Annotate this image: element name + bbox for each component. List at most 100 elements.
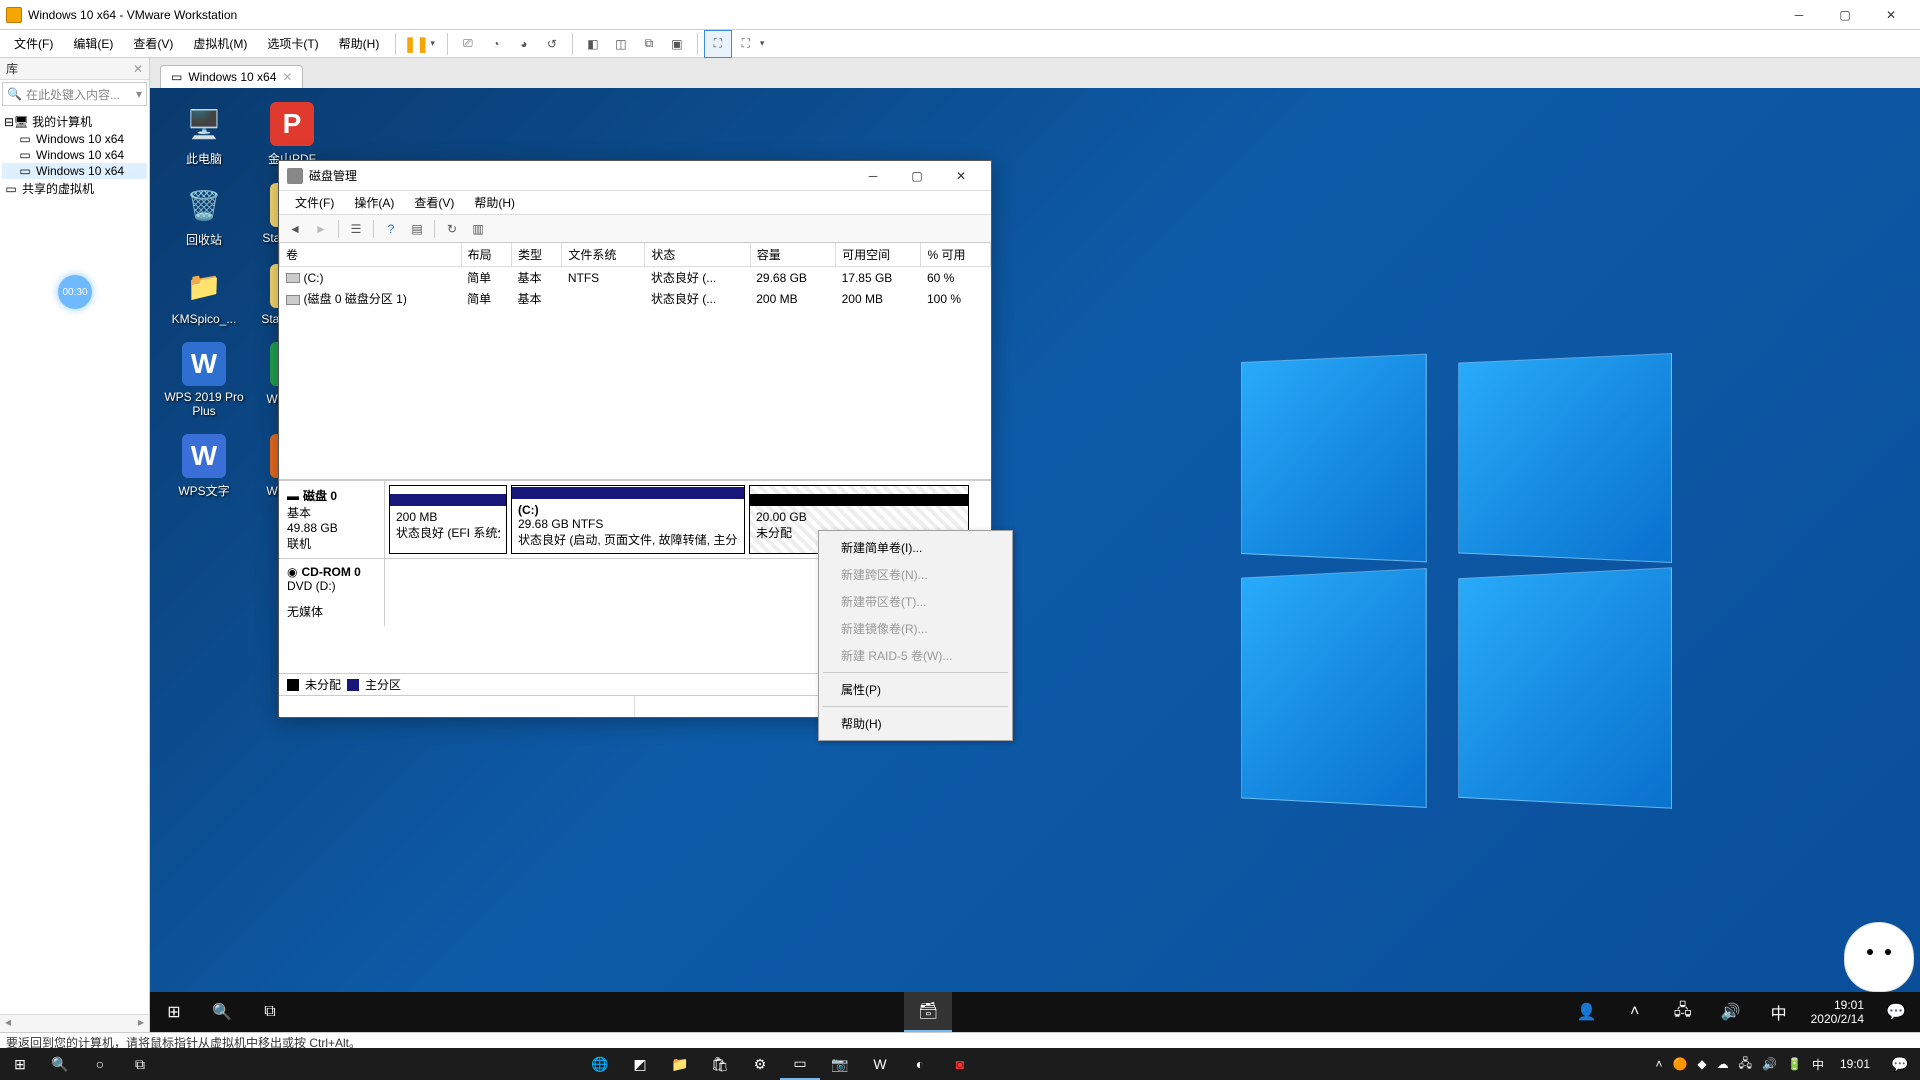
ctx-item[interactable]: 新建简单卷(I)... bbox=[821, 534, 1010, 561]
host-app-store[interactable]: 🛍 bbox=[700, 1048, 740, 1080]
host-app-vmware[interactable]: ▭ bbox=[780, 1048, 820, 1080]
host-app-generic[interactable]: ◩ bbox=[620, 1048, 660, 1080]
more-icon[interactable]: ▥ bbox=[466, 218, 490, 240]
dm-cdrom-info[interactable]: ◉CD-ROM 0 DVD (D:) 无媒体 bbox=[279, 559, 385, 626]
dm-column-header[interactable]: 类型 bbox=[511, 243, 561, 267]
dm-menu-action[interactable]: 操作(A) bbox=[344, 192, 404, 213]
tree-vm[interactable]: ▭Windows 10 x64 bbox=[2, 147, 147, 163]
dm-column-header[interactable]: % 可用 bbox=[921, 243, 991, 267]
vm-screen[interactable]: 🖥️此电脑P金山PDF🗑️回收站📄StartIsBa...📁KMSpico_..… bbox=[150, 88, 1920, 1032]
send-ctrlaltdel-icon[interactable]: ⎚ bbox=[454, 30, 482, 58]
close-button[interactable]: ✕ bbox=[1868, 0, 1914, 30]
snapshot-manager-icon[interactable]: ◕ bbox=[510, 30, 538, 58]
menu-view[interactable]: 查看(V) bbox=[123, 31, 183, 56]
tray-network-icon[interactable]: 🖧 bbox=[1659, 992, 1707, 1032]
help-icon[interactable]: ? bbox=[379, 218, 403, 240]
scroll-left-icon[interactable]: ◂ bbox=[0, 1015, 16, 1032]
mascot-overlay[interactable] bbox=[1844, 922, 1914, 992]
host-cortana-icon[interactable]: ○ bbox=[80, 1048, 120, 1080]
dm-close-button[interactable]: ✕ bbox=[939, 162, 983, 190]
menu-file[interactable]: 文件(F) bbox=[4, 31, 63, 56]
layout1-icon[interactable]: ◧ bbox=[579, 30, 607, 58]
tray-volume-icon[interactable]: 🔊 bbox=[1707, 992, 1755, 1032]
dm-minimize-button[interactable]: ─ bbox=[851, 162, 895, 190]
layout2-icon[interactable]: ◫ bbox=[607, 30, 635, 58]
library-close-icon[interactable]: ✕ bbox=[133, 62, 143, 76]
view-list-icon[interactable]: ☰ bbox=[344, 218, 368, 240]
dm-disk-info[interactable]: ▬磁盘 0 基本 49.88 GB 联机 bbox=[279, 481, 385, 558]
search-button[interactable]: 🔍 bbox=[198, 992, 246, 1032]
menu-help[interactable]: 帮助(H) bbox=[329, 31, 390, 56]
tree-vm[interactable]: ▭Windows 10 x64 bbox=[2, 131, 147, 147]
library-search[interactable]: 🔍 在此处键入内容... ▾ bbox=[2, 82, 147, 106]
dm-column-header[interactable]: 可用空间 bbox=[836, 243, 921, 267]
properties-icon[interactable]: ▤ bbox=[405, 218, 429, 240]
host-app-chrome[interactable]: 🌐 bbox=[580, 1048, 620, 1080]
start-button[interactable]: ⊞ bbox=[150, 992, 198, 1032]
dm-menu-view[interactable]: 查看(V) bbox=[404, 192, 464, 213]
dm-volume-row[interactable]: (磁盘 0 磁盘分区 1)简单基本状态良好 (...200 MB200 MB10… bbox=[280, 288, 991, 309]
refresh-icon[interactable]: ↻ bbox=[440, 218, 464, 240]
taskbar-diskmgmt[interactable]: 🗃 bbox=[904, 992, 952, 1032]
dm-column-header[interactable]: 容量 bbox=[750, 243, 835, 267]
snapshot-icon[interactable]: ◔ bbox=[482, 30, 510, 58]
tray-ime-icon[interactable]: 中 bbox=[1812, 1056, 1824, 1073]
library-scrollbar[interactable]: ◂▸ bbox=[0, 1014, 149, 1032]
recording-timer-badge[interactable]: 00:30 bbox=[58, 275, 92, 309]
host-app-word[interactable]: W bbox=[860, 1048, 900, 1080]
tray-ime-icon[interactable]: 中 bbox=[1755, 992, 1803, 1032]
tree-vm-selected[interactable]: ▭Windows 10 x64 bbox=[2, 163, 147, 179]
scroll-right-icon[interactable]: ▸ bbox=[133, 1015, 149, 1032]
tray-vol-icon[interactable]: 🔊 bbox=[1762, 1057, 1777, 1071]
taskview-button[interactable]: ⧉ bbox=[246, 992, 294, 1032]
tray-cloud-icon[interactable]: ☁ bbox=[1717, 1057, 1729, 1071]
maximize-button[interactable]: ▢ bbox=[1822, 0, 1868, 30]
back-icon[interactable]: ◄ bbox=[283, 218, 307, 240]
dm-menu-help[interactable]: 帮助(H) bbox=[464, 192, 525, 213]
pause-vm-button[interactable]: ❚❚ bbox=[402, 30, 430, 58]
desktop-icon[interactable]: 🖥️此电脑 bbox=[160, 102, 248, 167]
tray-batt-icon[interactable]: 🔋 bbox=[1787, 1057, 1802, 1071]
host-start-button[interactable]: ⊞ bbox=[0, 1048, 40, 1080]
tree-root[interactable]: ⊟ 🖥我的计算机 bbox=[2, 112, 147, 131]
tray-icon[interactable]: ◆ bbox=[1697, 1057, 1706, 1071]
host-taskbar[interactable]: ⊞ 🔍 ○ ⧉ 🌐 ◩ 📁 🛍 ⚙ ▭ 📷 W ◐ ◙ ˄ 🟠 ◆ ☁ 🖧 🔊 … bbox=[0, 1048, 1920, 1080]
host-clock[interactable]: 19:01 bbox=[1830, 1057, 1880, 1071]
tray-up-icon[interactable]: ˄ bbox=[1655, 1057, 1662, 1071]
stretch-icon[interactable]: ⛶ bbox=[732, 30, 760, 58]
menu-vm[interactable]: 虚拟机(M) bbox=[183, 31, 257, 56]
menu-edit[interactable]: 编辑(E) bbox=[63, 31, 123, 56]
host-app-camera[interactable]: 📷 bbox=[820, 1048, 860, 1080]
tree-shared[interactable]: ▭共享的虚拟机 bbox=[2, 179, 147, 198]
desktop-icon[interactable]: WWPS 2019 Pro Plus bbox=[160, 342, 248, 418]
stretch-dropdown-icon[interactable]: ▾ bbox=[760, 38, 765, 49]
desktop-icon[interactable]: P金山PDF bbox=[248, 102, 336, 167]
host-search-icon[interactable]: 🔍 bbox=[40, 1048, 80, 1080]
tray-people-icon[interactable]: 👤 bbox=[1563, 992, 1611, 1032]
partition-primary[interactable]: 200 MB状态良好 (EFI 系统分 bbox=[389, 485, 507, 554]
host-tray[interactable]: ˄ 🟠 ◆ ☁ 🖧 🔊 🔋 中 bbox=[1649, 1054, 1830, 1075]
ctx-item[interactable]: 帮助(H) bbox=[821, 710, 1010, 737]
dm-maximize-button[interactable]: ▢ bbox=[895, 162, 939, 190]
partition-primary[interactable]: (C:)29.68 GB NTFS状态良好 (启动, 页面文件, 故障转储, 主… bbox=[511, 485, 745, 554]
search-dropdown-icon[interactable]: ▾ bbox=[136, 87, 142, 101]
dm-menu-file[interactable]: 文件(F) bbox=[285, 192, 344, 213]
host-app-settings[interactable]: ⚙ bbox=[740, 1048, 780, 1080]
dm-titlebar[interactable]: 磁盘管理 ─ ▢ ✕ bbox=[279, 161, 991, 191]
dm-column-header[interactable]: 布局 bbox=[461, 243, 511, 267]
desktop-icon[interactable]: WWPS文字 bbox=[160, 434, 248, 499]
dm-volume-list[interactable]: 卷布局类型文件系统状态容量可用空间% 可用 (C:)简单基本NTFS状态良好 (… bbox=[279, 243, 991, 480]
power-dropdown-icon[interactable]: ▾ bbox=[430, 38, 435, 49]
minimize-button[interactable]: ─ bbox=[1776, 0, 1822, 30]
tray-net-icon[interactable]: 🖧 bbox=[1739, 1054, 1752, 1075]
host-app-explorer[interactable]: 📁 bbox=[660, 1048, 700, 1080]
host-app-music[interactable]: ◙ bbox=[940, 1048, 980, 1080]
tray-icon[interactable]: 🟠 bbox=[1672, 1057, 1687, 1071]
fullscreen-icon[interactable]: ⛶ bbox=[704, 30, 732, 58]
dm-column-header[interactable]: 状态 bbox=[645, 243, 750, 267]
windows-desktop[interactable]: 🖥️此电脑P金山PDF🗑️回收站📄StartIsBa...📁KMSpico_..… bbox=[150, 88, 1920, 1032]
host-taskview-icon[interactable]: ⧉ bbox=[120, 1048, 160, 1080]
desktop-icon[interactable]: 🗑️回收站 bbox=[160, 183, 248, 248]
unity-icon[interactable]: ▣ bbox=[663, 30, 691, 58]
tray-up-icon[interactable]: ˄ bbox=[1611, 992, 1659, 1032]
